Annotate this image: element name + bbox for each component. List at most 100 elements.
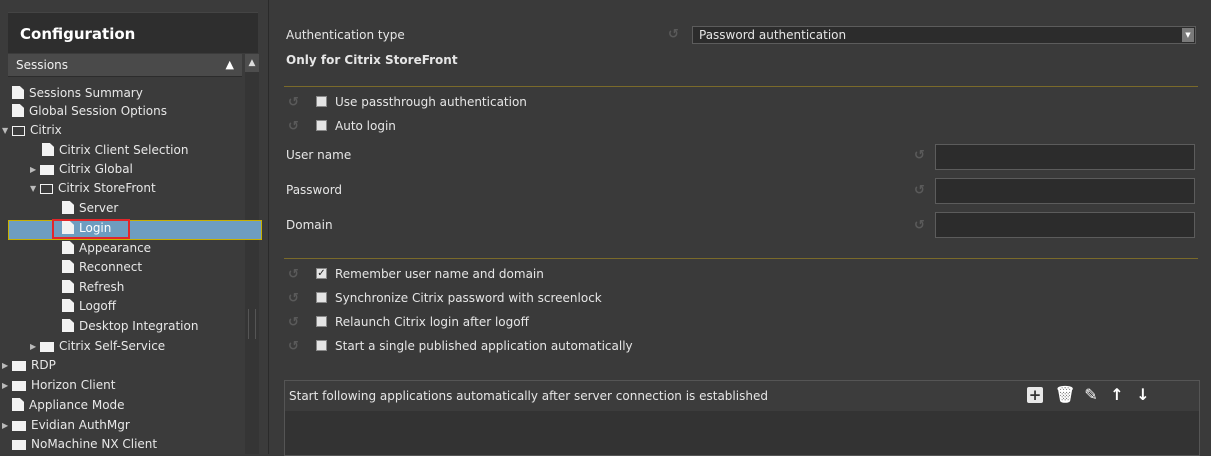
sync-password-label: Synchronize Citrix password with screenl… [335, 291, 602, 305]
expand-right-icon[interactable]: ▶ [2, 416, 12, 435]
folder-icon [12, 381, 26, 391]
tree-item-citrix-self-service[interactable]: ▶ Citrix Self-Service [30, 337, 165, 356]
tree-item-label: Refresh [79, 280, 125, 294]
tree-item-label: NoMachine NX Client [31, 437, 158, 451]
section-heading: Only for Citrix StoreFront [286, 53, 458, 67]
auth-type-select[interactable]: Password authentication ▼ [692, 26, 1196, 44]
folder-icon [12, 361, 26, 371]
tree-item-server[interactable]: Server [62, 199, 118, 218]
tree-item-label: RDP [31, 358, 56, 372]
auto-login-checkbox[interactable] [316, 120, 327, 131]
tree-item-citrix[interactable]: ▼ Citrix [2, 121, 62, 140]
tree-item-rdp[interactable]: ▶ RDP [2, 356, 56, 375]
tree-item-global-session-options[interactable]: Global Session Options [12, 102, 167, 121]
user-name-label: User name [286, 148, 352, 162]
configuration-sidebar: Configuration Sessions ▲ ▲ Sessions Summ… [0, 0, 269, 454]
auth-type-label: Authentication type [286, 28, 405, 42]
autostart-apps-list[interactable]: Start following applications automatical… [284, 380, 1200, 456]
tree-item-appearance[interactable]: Appearance [62, 239, 151, 258]
tree-item-nomachine-nx-client[interactable]: NoMachine NX Client [12, 435, 157, 454]
expand-right-icon[interactable]: ▶ [30, 337, 40, 356]
tree-item-refresh[interactable]: Refresh [62, 278, 124, 297]
expand-right-icon[interactable]: ▶ [2, 356, 12, 375]
file-icon [12, 86, 24, 99]
file-icon [42, 143, 54, 156]
arrow-down-icon[interactable]: ↓ [1133, 386, 1153, 404]
single-app-checkbox[interactable] [316, 340, 327, 351]
folder-icon [12, 421, 26, 431]
autostart-apps-label: Start following applications automatical… [289, 389, 768, 403]
password-label: Password [286, 183, 343, 197]
tree-item-sessions-summary[interactable]: Sessions Summary [12, 84, 143, 103]
file-icon [62, 241, 74, 254]
tree-item-evidian-authmgr[interactable]: ▶ Evidian AuthMgr [2, 416, 130, 435]
add-icon[interactable]: + [1027, 387, 1043, 403]
sessions-section-header[interactable]: Sessions ▲ [8, 54, 242, 77]
tree-item-label: Reconnect [79, 260, 143, 274]
tree-item-label: Evidian AuthMgr [31, 418, 130, 432]
scroll-up-icon[interactable]: ▲ [245, 54, 259, 72]
password-field[interactable] [935, 178, 1195, 204]
tree-item-label: Horizon Client [31, 378, 116, 392]
use-passthrough-label: Use passthrough authentication [335, 95, 527, 109]
delete-icon[interactable]: 🗑 [1055, 386, 1075, 404]
sync-password-checkbox[interactable] [316, 292, 327, 303]
reset-icon[interactable]: ↺ [288, 119, 299, 134]
separator [284, 258, 1198, 259]
domain-field[interactable] [935, 212, 1195, 238]
tree-item-reconnect[interactable]: Reconnect [62, 258, 142, 277]
dropdown-arrow-icon[interactable]: ▼ [1182, 28, 1194, 42]
tree-item-label: Citrix Global [59, 162, 133, 176]
tree-item-label: Citrix Client Selection [59, 143, 189, 157]
scrollbar-grip[interactable] [248, 309, 256, 339]
auth-type-value: Password authentication [699, 28, 847, 42]
arrow-up-icon[interactable]: ↑ [1107, 386, 1127, 404]
expand-down-icon[interactable]: ▼ [2, 121, 12, 140]
configuration-title: Configuration [20, 25, 136, 43]
sidebar-scrollbar[interactable]: ▲ [245, 54, 259, 454]
reset-icon[interactable]: ↺ [288, 95, 299, 110]
expand-right-icon[interactable]: ▶ [2, 376, 12, 395]
reset-icon[interactable]: ↺ [288, 291, 299, 306]
reset-icon[interactable]: ↺ [914, 218, 925, 233]
reset-icon[interactable]: ↺ [288, 315, 299, 330]
use-passthrough-checkbox[interactable] [316, 96, 327, 107]
remember-checkbox[interactable]: ✓ [316, 268, 327, 279]
reset-icon[interactable]: ↺ [914, 183, 925, 198]
tree-item-label: Citrix Self-Service [59, 339, 166, 353]
reset-icon[interactable]: ↺ [288, 267, 299, 282]
file-icon [12, 398, 24, 411]
separator [284, 86, 1198, 87]
file-icon [62, 280, 74, 293]
edit-icon[interactable]: ✎ [1081, 386, 1101, 404]
tree-item-citrix-global[interactable]: ▶ Citrix Global [30, 160, 133, 179]
file-icon [62, 319, 74, 332]
user-name-field[interactable] [935, 144, 1195, 170]
single-app-label: Start a single published application aut… [335, 339, 633, 353]
tree-item-label: Logoff [79, 299, 117, 313]
login-highlight-box [52, 219, 130, 239]
domain-label: Domain [286, 218, 333, 232]
collapse-arrow-icon[interactable]: ▲ [226, 58, 234, 71]
tree-item-citrix-client-selection[interactable]: Citrix Client Selection [42, 141, 188, 160]
file-icon [62, 260, 74, 273]
settings-panel: Authentication type ↺ Password authentic… [272, 0, 1211, 456]
tree-item-appliance-mode[interactable]: Appliance Mode [12, 396, 125, 415]
reset-icon[interactable]: ↺ [288, 339, 299, 354]
reset-icon[interactable]: ↺ [668, 27, 679, 42]
autostart-apps-header: Start following applications automatical… [285, 381, 1199, 411]
file-icon [62, 201, 74, 214]
tree-item-desktop-integration[interactable]: Desktop Integration [62, 317, 198, 336]
tree-item-label: Citrix StoreFront [58, 181, 156, 195]
remember-label: Remember user name and domain [335, 267, 544, 281]
expand-down-icon[interactable]: ▼ [30, 179, 40, 198]
reset-icon[interactable]: ↺ [914, 148, 925, 163]
relaunch-checkbox[interactable] [316, 316, 327, 327]
tree-item-logoff[interactable]: Logoff [62, 297, 116, 316]
tree-item-citrix-storefront[interactable]: ▼ Citrix StoreFront [30, 179, 156, 198]
folder-open-icon [12, 126, 25, 136]
tree-item-label: Appearance [79, 241, 152, 255]
tree-item-horizon-client[interactable]: ▶ Horizon Client [2, 376, 115, 395]
tree-item-label: Citrix [30, 123, 62, 137]
expand-right-icon[interactable]: ▶ [30, 160, 40, 179]
